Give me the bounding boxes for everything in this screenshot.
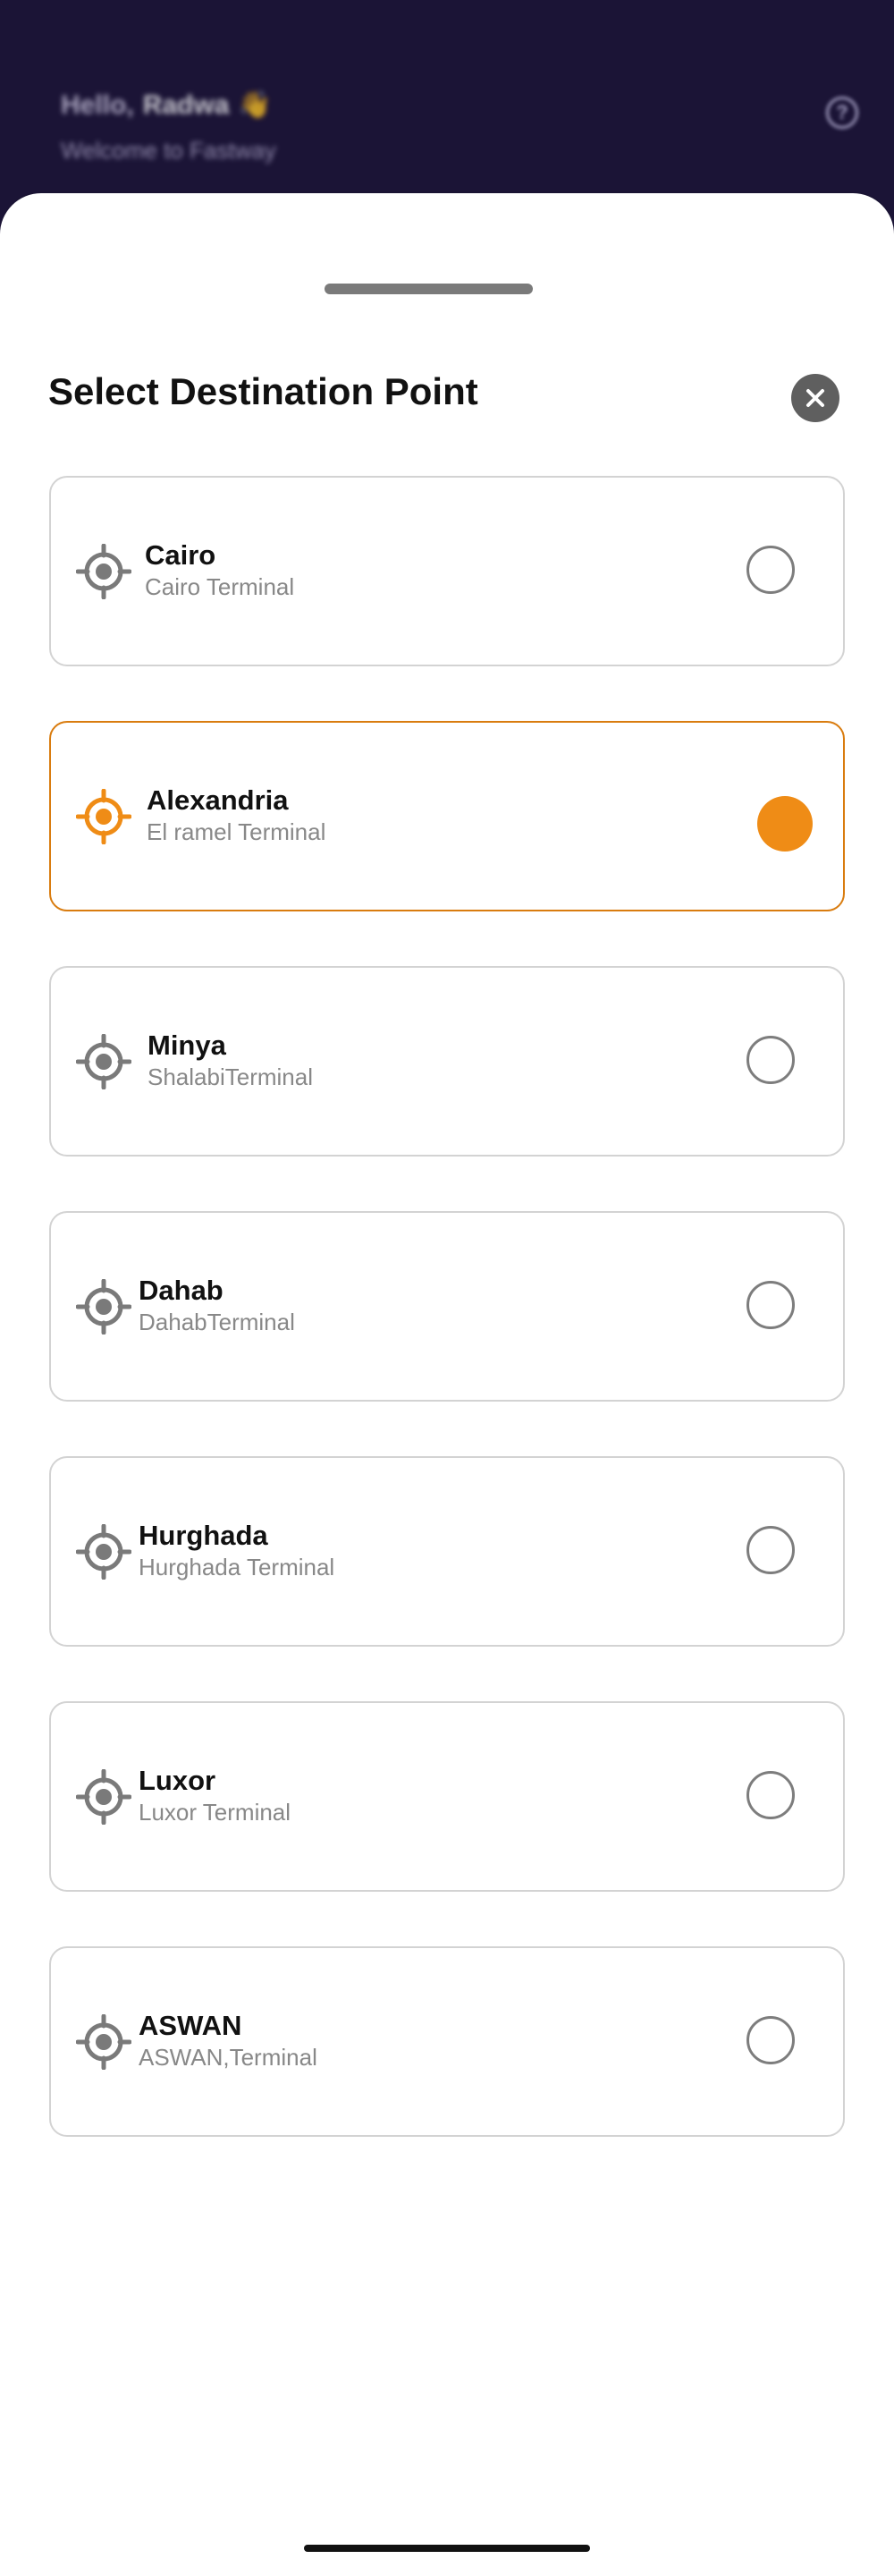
option-terminal: Hurghada Terminal — [139, 1554, 335, 1580]
option-text: Hurghada Hurghada Terminal — [139, 1519, 334, 1581]
wave-icon: 👋 — [238, 90, 272, 120]
destination-option-hurghada[interactable]: Hurghada Hurghada Terminal — [49, 1456, 845, 1647]
option-text: ASWAN ASWAN,Terminal — [139, 2009, 317, 2072]
option-city: Luxor — [139, 1765, 216, 1796]
option-city: Cairo — [145, 539, 216, 571]
help-icon[interactable]: ? — [826, 97, 858, 129]
option-text: Cairo Cairo Terminal — [145, 538, 294, 601]
option-terminal: ASWAN,Terminal — [139, 2044, 317, 2071]
sheet-title: Select Destination Point — [48, 370, 478, 412]
radio-button[interactable] — [746, 1526, 795, 1574]
greeting-block: Hello, Radwa 👋 Welcome to Fastway — [61, 89, 276, 165]
option-city: Minya — [148, 1030, 226, 1061]
close-button[interactable] — [791, 374, 839, 422]
location-target-icon — [76, 1524, 131, 1580]
option-text: Dahab DahabTerminal — [139, 1274, 295, 1336]
sheet-drag-handle[interactable] — [325, 284, 533, 294]
option-terminal: Luxor Terminal — [139, 1799, 291, 1826]
option-city: Alexandria — [147, 784, 289, 816]
destination-option-minya[interactable]: Minya ShalabiTerminal — [49, 966, 845, 1157]
greeting-name: Radwa — [142, 89, 230, 120]
radio-button[interactable] — [746, 546, 795, 594]
home-indicator[interactable] — [304, 2545, 590, 2552]
location-target-icon — [76, 1034, 131, 1089]
destination-bottom-sheet: Select Destination Point Cairo Cairo Ter… — [0, 193, 894, 2576]
radio-button[interactable] — [746, 1281, 795, 1329]
radio-button[interactable] — [746, 1771, 795, 1819]
option-city: Hurghada — [139, 1520, 268, 1551]
location-target-icon — [76, 544, 131, 599]
option-terminal: DahabTerminal — [139, 1309, 295, 1335]
close-icon — [806, 389, 824, 407]
greeting-text: Hello, Radwa 👋 — [61, 89, 276, 121]
radio-button[interactable] — [757, 796, 813, 852]
location-target-icon — [76, 2014, 131, 2070]
option-terminal: ShalabiTerminal — [148, 1063, 313, 1090]
location-target-icon — [76, 789, 131, 844]
option-text: Alexandria El ramel Terminal — [147, 784, 325, 846]
option-city: ASWAN — [139, 2010, 242, 2041]
destination-option-luxor[interactable]: Luxor Luxor Terminal — [49, 1701, 845, 1892]
destination-list: Cairo Cairo Terminal Alexandria El ramel… — [49, 476, 845, 2191]
destination-option-aswan[interactable]: ASWAN ASWAN,Terminal — [49, 1946, 845, 2137]
greeting-subtitle: Welcome to Fastway — [61, 137, 276, 164]
greeting-prefix: Hello, — [61, 89, 134, 120]
option-city: Dahab — [139, 1275, 224, 1306]
destination-option-cairo[interactable]: Cairo Cairo Terminal — [49, 476, 845, 666]
destination-option-dahab[interactable]: Dahab DahabTerminal — [49, 1211, 845, 1402]
location-target-icon — [76, 1769, 131, 1825]
location-target-icon — [76, 1279, 131, 1335]
option-terminal: Cairo Terminal — [145, 573, 295, 600]
option-terminal: El ramel Terminal — [147, 818, 326, 845]
radio-button[interactable] — [746, 1036, 795, 1084]
radio-button[interactable] — [746, 2016, 795, 2064]
destination-option-alexandria[interactable]: Alexandria El ramel Terminal — [49, 721, 845, 911]
option-text: Luxor Luxor Terminal — [139, 1764, 291, 1826]
option-text: Minya ShalabiTerminal — [148, 1029, 313, 1091]
